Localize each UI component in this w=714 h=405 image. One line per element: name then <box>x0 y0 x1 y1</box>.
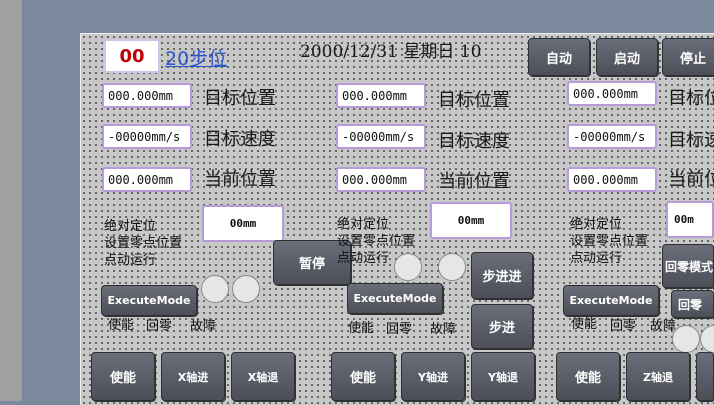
x-status-fault: 故障 <box>190 319 217 334</box>
auto-button[interactable]: 自动 <box>528 38 590 76</box>
z-target-position-label: 目标位 <box>668 88 714 109</box>
y-status-enable: 使能 <box>348 321 375 336</box>
y-jog-label: 点动运行 <box>337 251 390 266</box>
z-set-zero-label: 设置零点位置 <box>570 234 649 249</box>
x-current-position-label: 当前位置 <box>204 169 276 190</box>
x-target-speed-field[interactable]: -00000mm/s <box>102 124 192 149</box>
start-button[interactable]: 启动 <box>596 38 658 76</box>
step-forward-button[interactable]: 步进进 <box>471 252 533 299</box>
y-current-position-field[interactable]: 000.000mm <box>336 167 426 192</box>
z-status-enable: 使能 <box>571 317 598 332</box>
x-status-enable: 使能 <box>108 318 135 333</box>
x-absolute-position-label: 绝对定位 <box>104 219 157 234</box>
y-forward-button[interactable]: Y轴进 <box>401 352 465 401</box>
z-enable-button[interactable]: 使能 <box>556 352 620 401</box>
x-target-speed-label: 目标速度 <box>204 129 276 150</box>
z-forward-button-partial[interactable] <box>696 352 714 401</box>
y-current-position-label: 当前位置 <box>438 171 510 192</box>
x-enable-button[interactable]: 使能 <box>91 352 155 401</box>
x-target-position-label: 目标位置 <box>204 88 276 109</box>
y-target-speed-field[interactable]: -00000mm/s <box>336 124 426 149</box>
y-enable-button[interactable]: 使能 <box>331 352 395 401</box>
y-target-speed-label: 目标速度 <box>438 131 510 152</box>
z-target-position-field[interactable]: 000.000mm <box>567 81 657 106</box>
x-set-zero-label: 设置零点位置 <box>104 236 183 251</box>
window-frame-left <box>0 0 22 401</box>
x-backward-button[interactable]: X轴退 <box>231 352 295 401</box>
y-execute-mode-button[interactable]: ExecuteMode <box>347 283 443 314</box>
z-jog-label: 点动运行 <box>570 251 623 266</box>
x-target-position-field[interactable]: 000.000mm <box>102 83 192 108</box>
y-indicator-lamp-1 <box>394 253 422 281</box>
y-absolute-position-label: 绝对定位 <box>337 217 390 232</box>
y-indicator-lamp-2 <box>438 253 466 281</box>
x-indicator-lamp-1 <box>201 275 229 303</box>
z-distance-field[interactable]: 00m <box>666 201 714 238</box>
stop-button[interactable]: 停止 <box>662 38 714 76</box>
x-execute-mode-button[interactable]: ExecuteMode <box>101 285 197 316</box>
step-button[interactable]: 步进 <box>471 304 533 349</box>
z-current-position-field[interactable]: 000.000mm <box>567 167 657 192</box>
z-status-home: 回零 <box>610 319 637 334</box>
homing-button[interactable]: 回零 <box>671 290 714 318</box>
z-current-position-label: 当前位 <box>668 169 714 190</box>
y-status-fault: 故障 <box>430 322 457 337</box>
x-jog-label: 点动运行 <box>104 253 157 268</box>
z-execute-mode-button[interactable]: ExecuteMode <box>563 285 659 316</box>
y-target-position-field[interactable]: 000.000mm <box>336 83 426 108</box>
x-current-position-field[interactable]: 000.000mm <box>102 167 192 192</box>
y-status-home: 回零 <box>386 322 413 337</box>
y-backward-button[interactable]: Y轴退 <box>471 352 535 401</box>
x-indicator-lamp-2 <box>232 275 260 303</box>
z-absolute-position-label: 绝对定位 <box>570 217 623 232</box>
step-number-field[interactable]: 00 <box>104 39 160 73</box>
datetime-display: 2000/12/31 星期日 10 <box>300 42 482 62</box>
y-distance-field[interactable]: 00mm <box>430 202 512 239</box>
z-target-speed-field[interactable]: -00000mm/s <box>567 124 657 149</box>
homing-mode-button[interactable]: 回零模式 <box>662 244 714 288</box>
step-unit-label: 20步位 <box>165 48 228 70</box>
x-forward-button[interactable]: X轴进 <box>161 352 225 401</box>
x-status-home: 回零 <box>146 319 173 334</box>
y-target-position-label: 目标位置 <box>438 90 510 111</box>
z-indicator-lamp-1 <box>672 325 700 353</box>
z-target-speed-label: 目标速 <box>668 130 714 151</box>
x-distance-field[interactable]: 00mm <box>202 205 284 242</box>
z-backward-button[interactable]: Z轴退 <box>626 352 690 401</box>
y-set-zero-label: 设置零点位置 <box>337 234 416 249</box>
